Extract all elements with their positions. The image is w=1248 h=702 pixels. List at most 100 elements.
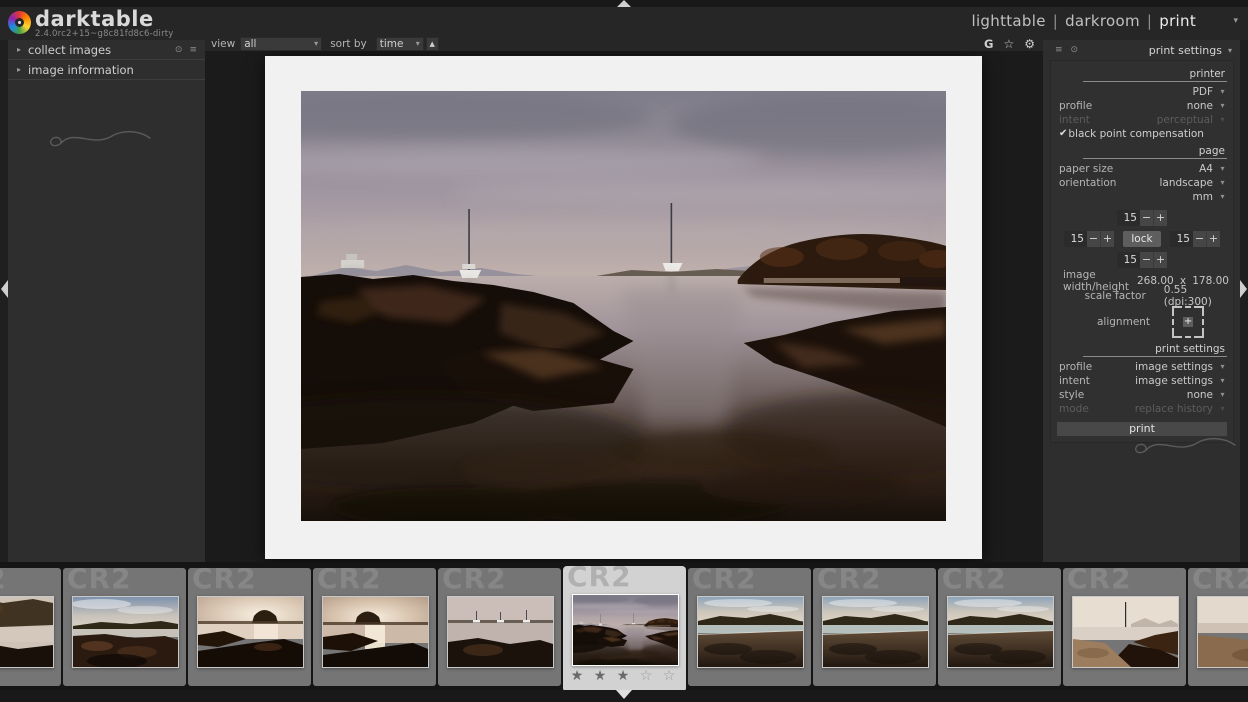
lock-margins-button[interactable]: lock [1123,231,1161,247]
filmstrip-thumbnail[interactable]: CR2 [438,568,561,686]
thumbnail-image [197,596,304,668]
orientation-label: orientation [1059,177,1160,189]
align-center-button[interactable]: + [1183,317,1193,327]
settings-mode-row: mode replace history ▾ [1055,402,1229,415]
align-top-button[interactable] [1185,306,1191,316]
align-right-button[interactable] [1194,319,1204,325]
units-row[interactable]: mm ▾ [1055,190,1229,203]
style-value: none [1187,389,1213,401]
margin-left-spinner[interactable]: 15 − + [1064,231,1114,247]
printer-profile-row[interactable]: profile none ▾ [1055,99,1229,112]
margin-right-spinner[interactable]: 15 − + [1170,231,1220,247]
margin-bottom-spinner[interactable]: 15 − + [1117,252,1167,268]
filmstrip-thumbnail-selected[interactable]: CR2 ✕ ★ ★ ★ ☆ ☆ [563,566,686,690]
filmstrip-thumbnail[interactable]: CR2 [813,568,936,686]
filmstrip-thumbnail[interactable]: CR2 [313,568,436,686]
plus-icon[interactable]: + [1100,231,1114,247]
section-print-settings: print settings [1083,343,1227,357]
sort-dropdown[interactable]: time ▾ [376,37,424,51]
orientation-row[interactable]: orientation landscape ▾ [1055,176,1229,189]
align-bottom-left-button[interactable] [1172,328,1182,338]
star-icon[interactable]: ★ [594,668,610,684]
star-icon[interactable]: ★ [617,668,633,684]
star-icon[interactable]: ☆ [640,668,656,684]
view-link-lighttable[interactable]: lighttable [972,12,1046,30]
collapse-left-panel-button[interactable] [1,280,8,298]
module-image-information[interactable]: ▸ image information [8,60,205,80]
bpc-label: black point compensation [1068,128,1227,140]
thumbnail-image [322,596,429,668]
chevron-down-icon: ▾ [1218,376,1227,385]
collapse-top-panel-button[interactable] [617,0,631,7]
plus-icon[interactable]: + [1206,231,1220,247]
view-filter-dropdown[interactable]: all ▾ [240,37,322,51]
align-bottom-right-button[interactable] [1194,328,1204,338]
module-title[interactable]: print settings [1149,44,1222,57]
sort-value: time [380,38,410,50]
view-link-print[interactable]: print [1159,12,1196,30]
margin-top-value: 15 [1117,210,1140,226]
minus-icon[interactable]: − [1193,231,1206,247]
filmstrip-track: CR2 CR2 CR2 CR2 CR2 CR2 [0,562,1248,690]
presets-icon[interactable]: ≡ [189,45,197,55]
print-preview-canvas [205,51,1043,562]
chevron-down-icon: ▾ [1218,101,1227,110]
view-switcher: lighttable|darkroom|print [972,12,1197,30]
align-left-button[interactable] [1172,319,1182,325]
printer-target-row[interactable]: PDF ▾ [1055,85,1229,98]
filmstrip-thumbnail[interactable]: CR2 [938,568,1061,686]
thumbnail-image [1197,596,1248,668]
settings-intent-row[interactable]: intent image settings ▾ [1055,374,1229,387]
grouping-icon[interactable]: G [984,37,993,51]
module-collect-images[interactable]: ▸ collect images ⊙ ≡ [8,40,205,60]
margin-top-spinner[interactable]: 15 − + [1117,210,1167,226]
filmstrip-thumbnail[interactable]: CR2 [1063,568,1186,686]
filmstrip-thumbnail[interactable]: CR2 [1188,568,1248,686]
intent-value: image settings [1135,375,1213,387]
nav-separator: | [1046,12,1065,30]
thumbnail-image [1072,596,1179,668]
align-bottom-button[interactable] [1185,328,1191,338]
star-icon[interactable]: ★ [571,668,587,684]
minus-icon[interactable]: − [1087,231,1100,247]
align-top-right-button[interactable] [1194,306,1204,316]
align-top-left-button[interactable] [1172,306,1182,316]
minus-icon[interactable]: − [1140,210,1153,226]
minus-icon[interactable]: − [1140,252,1153,268]
expander-right-icon: ▸ [17,45,28,54]
profile-value: image settings [1135,361,1213,373]
style-label: style [1059,389,1187,401]
reset-icon[interactable]: ⊙ [175,45,183,55]
paper-size-row[interactable]: paper size A4 ▾ [1055,162,1229,175]
star-rating[interactable]: ★ ★ ★ ☆ ☆ [563,668,686,684]
chevron-down-icon: ▾ [1218,404,1227,413]
sort-direction-button[interactable]: ▲ [426,37,439,51]
chevron-down-icon: ▾ [1228,46,1232,55]
printer-intent-row: intent perceptual ▾ [1055,113,1229,126]
view-link-darkroom[interactable]: darkroom [1065,12,1140,30]
filmstrip-thumbnail[interactable]: CR2 [188,568,311,686]
module-label: collect images [28,43,168,57]
thumbnail-image [572,594,679,666]
filmstrip-thumbnail[interactable]: CR2 [688,568,811,686]
filter-toolbar: view all ▾ sort by time ▾ ▲ G ☆ ⚙ [205,36,1043,51]
views-menu-chevron-icon[interactable]: ▾ [1233,16,1238,26]
settings-style-row[interactable]: style none ▾ [1055,388,1229,401]
star-icon[interactable]: ☆ [663,668,679,684]
collapse-right-panel-button[interactable] [1240,280,1247,298]
collapse-filmstrip-button[interactable] [616,690,632,699]
file-extension-badge: CR2 [567,566,632,593]
plus-icon[interactable]: + [1153,210,1167,226]
settings-profile-row[interactable]: profile image settings ▾ [1055,360,1229,373]
app-title: darktable [35,9,174,29]
presets-icon[interactable]: ≡ [1055,45,1063,55]
filmstrip-thumbnail[interactable]: CR2 [63,568,186,686]
filmstrip-thumbnail[interactable]: CR2 [0,568,61,686]
star-overlay-icon[interactable]: ☆ [1003,37,1014,51]
file-extension-badge: CR2 [67,568,132,595]
plus-icon[interactable]: + [1153,252,1167,268]
reset-icon[interactable]: ⊙ [1071,45,1079,55]
gear-icon[interactable]: ⚙ [1024,37,1035,51]
chevron-down-icon: ▾ [1218,115,1227,124]
black-point-compensation-checkbox[interactable]: ✔ black point compensation [1055,127,1229,140]
